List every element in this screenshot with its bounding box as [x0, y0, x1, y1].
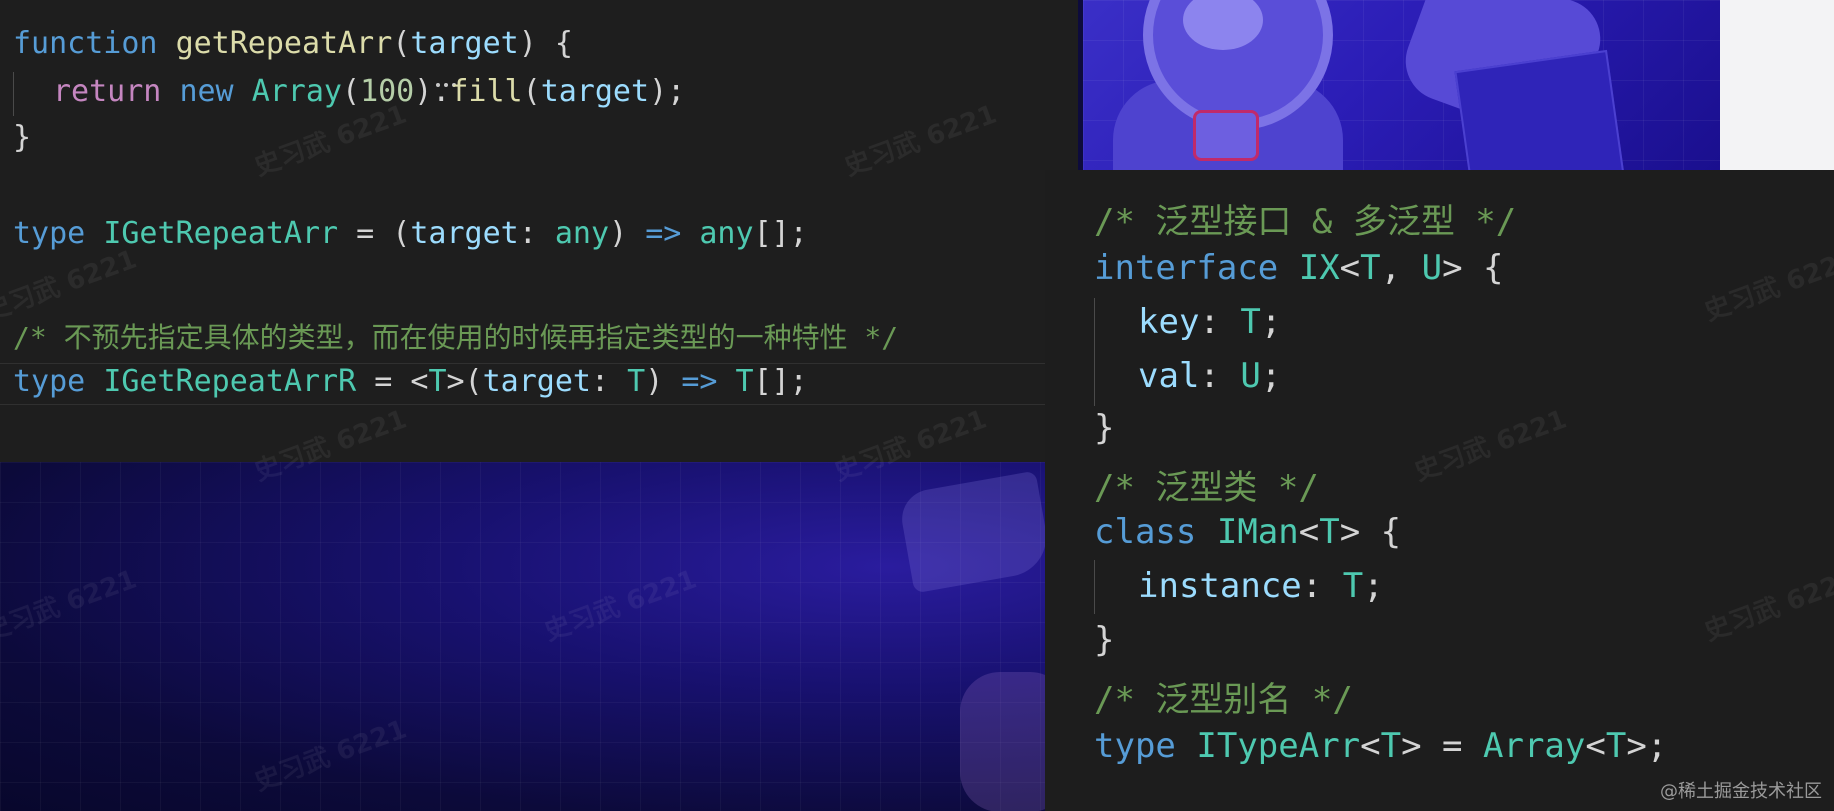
code-line-3: key: T;	[1138, 302, 1282, 342]
white-margin	[1720, 0, 1834, 170]
code-panel-right: /* 泛型接口 & 多泛型 */ interface IX<T, U> { ke…	[1045, 170, 1834, 811]
code-line-4: val: U;	[1138, 356, 1282, 396]
code-line-11: type ITypeArr<T> = Array<T>;	[1094, 726, 1668, 766]
background-illustration	[0, 462, 1070, 811]
code-line-8: instance: T;	[1138, 566, 1384, 606]
code-line-2: interface IX<T, U> {	[1094, 248, 1504, 288]
code-line-9: }	[1094, 620, 1115, 660]
code-line-5: }	[1094, 408, 1115, 448]
code-panel-left: function getRepeatArr(target) { return n…	[0, 0, 1078, 462]
code-line-7-comment: /* 不预先指定具体的类型，而在使用的时候再指定类型的一种特性 */	[13, 321, 899, 354]
code-line-1: function getRepeatArr(target) {	[13, 26, 573, 61]
code-line-6-comment: /* 泛型类 */	[1094, 468, 1319, 508]
code-line-10-comment: /* 泛型别名 */	[1094, 680, 1353, 720]
code-line-1-comment: /* 泛型接口 & 多泛型 */	[1094, 202, 1517, 242]
code-line-8: type IGetRepeatArrR = <T>(target: T) => …	[13, 364, 808, 399]
suggestion-dots-icon[interactable]	[436, 60, 466, 87]
source-credit: @稀土掘金技术社区	[1660, 781, 1822, 802]
astronaut-illustration	[1083, 0, 1720, 170]
code-line-7: class IMan<T> {	[1094, 512, 1402, 552]
code-line-5: type IGetRepeatArr = (target: any) => an…	[13, 216, 808, 251]
screenshot-stage: function getRepeatArr(target) { return n…	[0, 0, 1834, 811]
code-line-3: }	[13, 120, 32, 155]
